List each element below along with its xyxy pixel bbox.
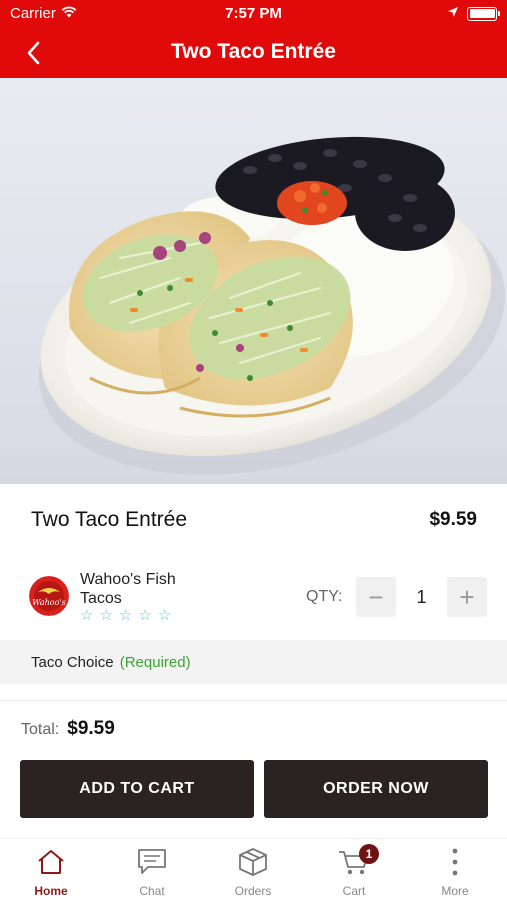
tab-label: Chat: [139, 884, 165, 898]
option-label-wrap: Taco Choice (Required): [31, 654, 191, 671]
nav-bar: Two Taco Entrée: [0, 28, 507, 78]
status-bar: Carrier 7:57 PM: [0, 0, 507, 28]
chat-icon: [138, 849, 166, 874]
store-name: Wahoo's Fish Tacos: [80, 571, 176, 607]
add-to-cart-button[interactable]: ADD TO CART: [20, 760, 254, 818]
divider: [0, 700, 507, 701]
more-icon: [452, 848, 458, 876]
tab-chat[interactable]: Chat: [112, 845, 192, 900]
qty-value: 1: [416, 587, 427, 607]
tab-bar: Home Chat Orders 1 Cart More: [0, 838, 507, 900]
item-price: $9.59: [429, 509, 477, 530]
tab-label: More: [441, 884, 469, 898]
option-taco-choice[interactable]: Taco Choice (Required): [0, 640, 507, 684]
tab-label: Cart: [342, 884, 366, 898]
qty-decrease-button[interactable]: −: [356, 577, 396, 617]
qty-increase-button[interactable]: +: [447, 577, 487, 617]
plus-icon: +: [459, 581, 475, 612]
status-right: [447, 5, 500, 22]
store-rating: ☆ ☆ ☆ ☆ ☆: [80, 606, 171, 624]
item-header: Two Taco Entrée $9.59: [0, 484, 507, 554]
qty-label: QTY:: [306, 588, 343, 605]
item-name: Two Taco Entrée: [31, 508, 188, 531]
star-icon: ☆: [118, 607, 133, 624]
minus-icon: −: [368, 581, 384, 612]
star-icon: ☆: [99, 607, 113, 624]
star-icon: ☆: [157, 607, 172, 624]
tab-label: Orders: [234, 884, 272, 898]
item-photo: [0, 78, 507, 484]
tab-more[interactable]: More: [415, 845, 495, 900]
order-now-button[interactable]: ORDER NOW: [264, 760, 488, 818]
location-arrow-icon: [447, 5, 459, 22]
star-icon: ☆: [80, 607, 94, 624]
tab-orders[interactable]: Orders: [213, 845, 293, 900]
battery-icon: [467, 6, 500, 21]
tab-label: Home: [34, 884, 68, 898]
total-value: $9.59: [67, 718, 115, 739]
store-logo: Wahoo's: [29, 576, 69, 616]
option-label: Taco Choice: [31, 654, 114, 671]
svg-text:Wahoo's: Wahoo's: [32, 598, 65, 607]
required-tag: (Required): [119, 654, 191, 671]
star-icon: ☆: [138, 607, 152, 624]
total-label: Total:: [21, 721, 60, 738]
home-icon: [38, 850, 64, 874]
tab-home[interactable]: Home: [11, 845, 91, 900]
store-row: Wahoo's Wahoo's Fish Tacos ☆ ☆ ☆ ☆ ☆ QTY…: [0, 560, 507, 636]
order-total: Total: $9.59: [21, 718, 115, 740]
box-icon: [239, 848, 267, 876]
page-title: Two Taco Entrée: [171, 40, 336, 63]
clock: 7:57 PM: [225, 5, 282, 22]
tab-cart[interactable]: 1 Cart: [314, 844, 394, 900]
cart-badge: 1: [359, 844, 379, 864]
